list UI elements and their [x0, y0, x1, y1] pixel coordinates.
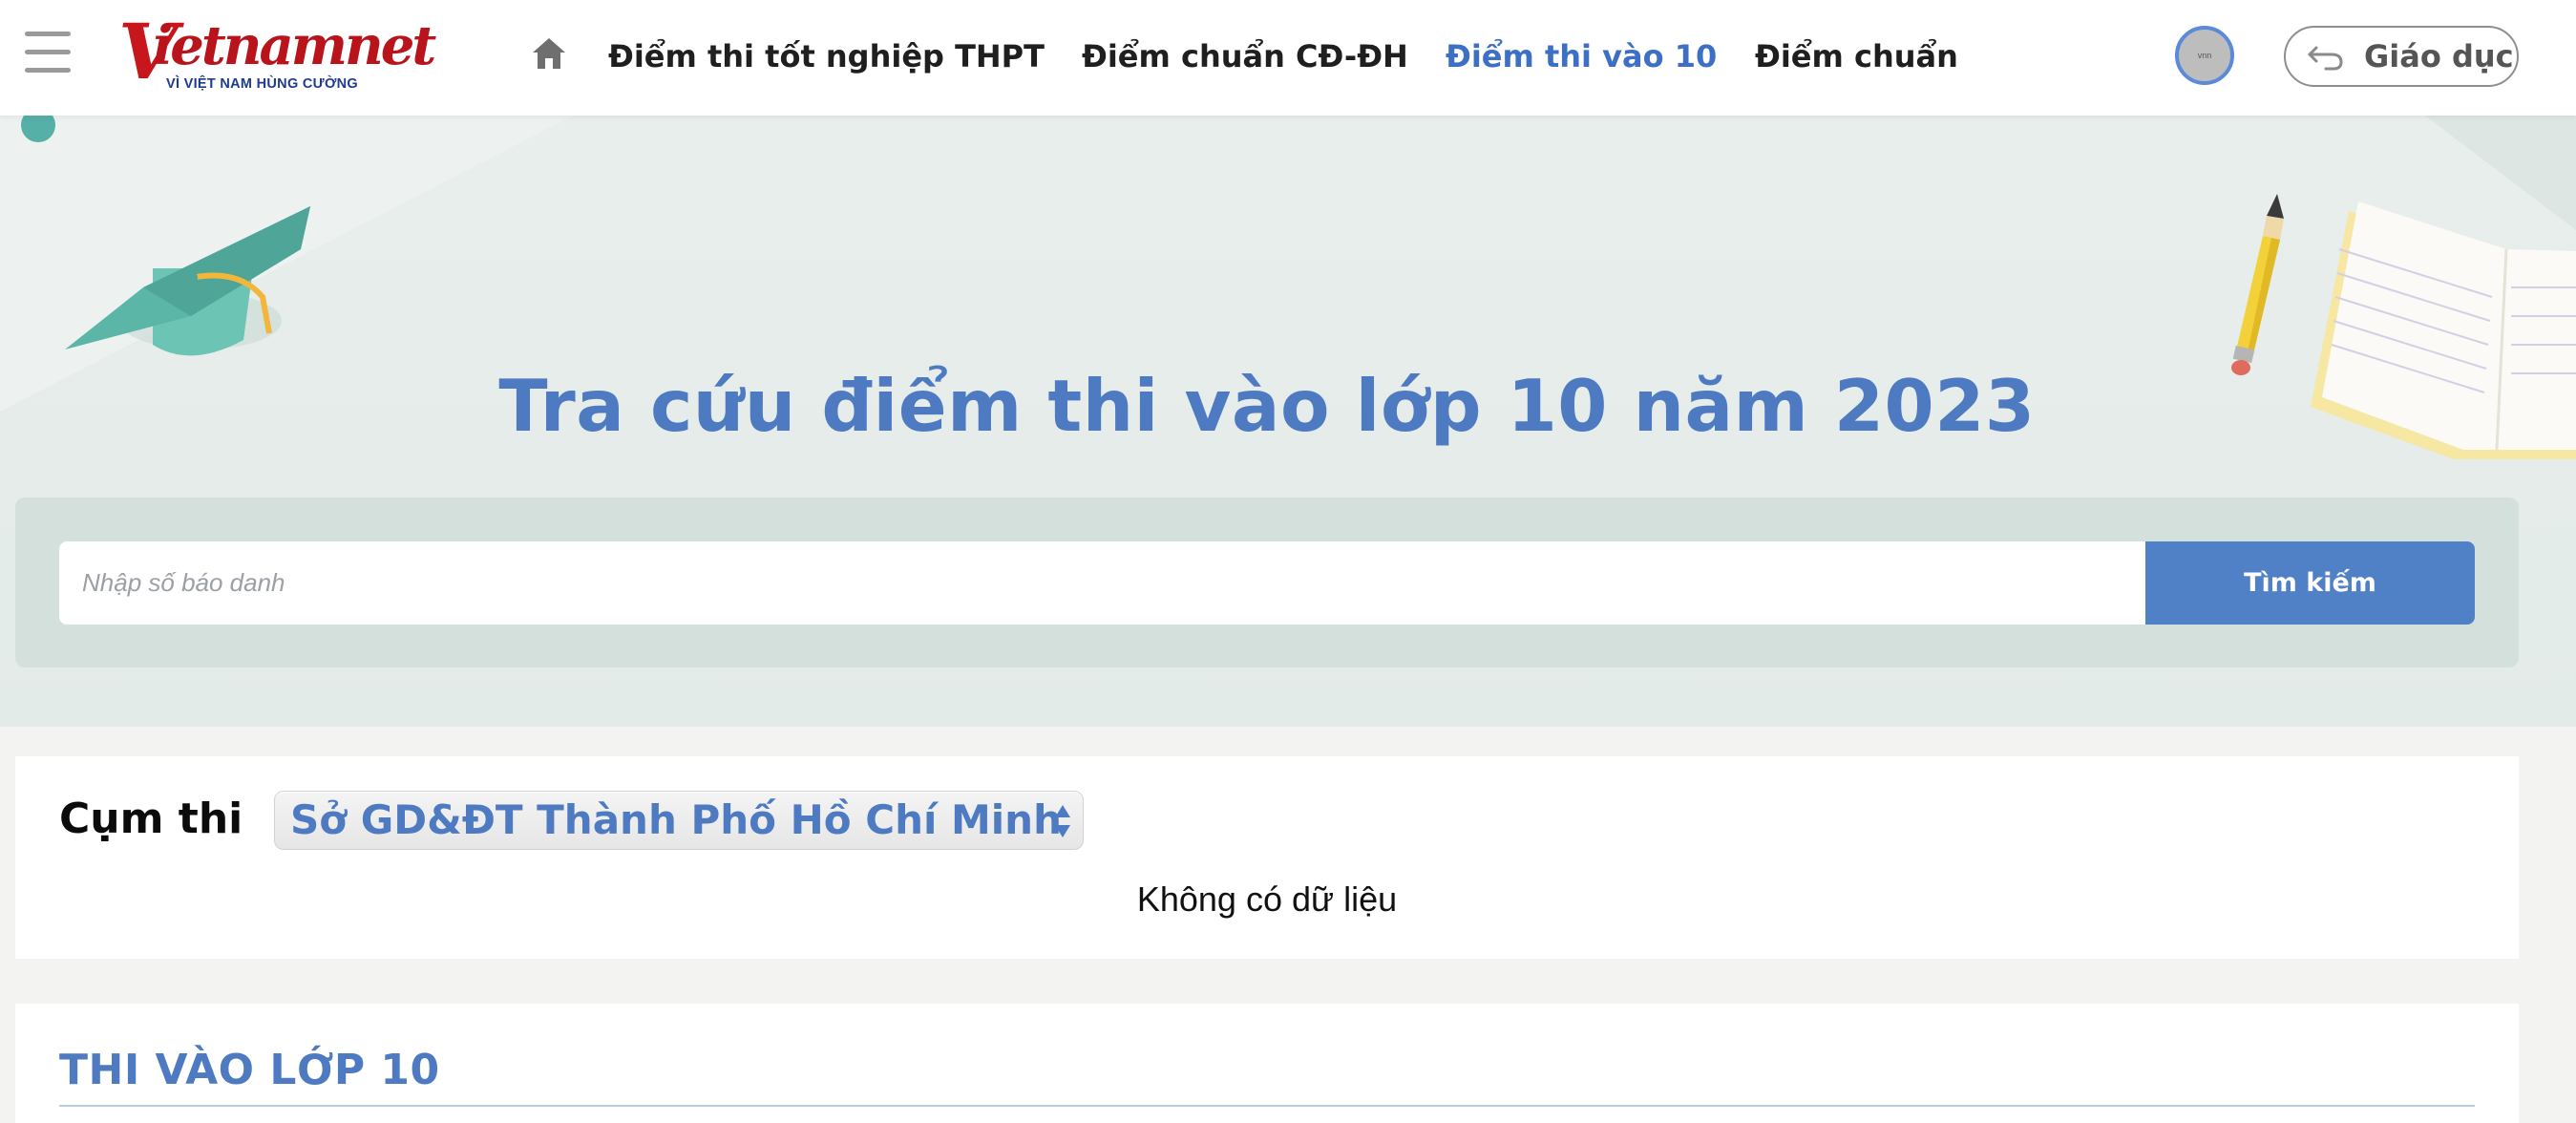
nav-item-diem-thi-thpt[interactable]: Điểm thi tốt nghiệp THPT [608, 32, 1045, 80]
logo-tagline: VÌ VIỆT NAM HÙNG CƯỜNG [166, 76, 358, 92]
exam-cluster-select[interactable]: Sở GD&ĐT Thành Phố Hồ Chí Minh [274, 791, 1084, 850]
logo-wordmark: ietnamnet [153, 14, 436, 77]
candidate-number-input[interactable] [59, 541, 2146, 625]
results-card [15, 756, 2519, 959]
pencil-icon [2231, 194, 2284, 375]
home-icon[interactable] [531, 36, 567, 73]
exam-cluster-selected-value: Sở GD&ĐT Thành Phố Hồ Chí Minh [290, 796, 1062, 843]
avatar[interactable]: vnn [2175, 26, 2234, 85]
section-divider [59, 1105, 2475, 1107]
exam-cluster-label: Cụm thi [59, 795, 243, 843]
page-title: Tra cứu điểm thi vào lớp 10 năm 2023 [498, 364, 2036, 448]
site-header: V ietnamnet VÌ VIỆT NAM HÙNG CƯỜNG Điểm … [0, 0, 2576, 116]
back-button-label: Giáo dục [2364, 38, 2514, 74]
menu-icon[interactable] [25, 32, 73, 74]
site-logo[interactable]: V ietnamnet VÌ VIỆT NAM HÙNG CƯỜNG [118, 13, 436, 99]
nav-item-diem-chuan[interactable]: Điểm chuẩn [1755, 32, 1958, 80]
section-title: THI VÀO LỚP 10 [59, 1046, 440, 1094]
back-arrow-icon [2308, 46, 2343, 71]
empty-state-message: Không có dữ liệu [1136, 879, 1398, 919]
back-to-education-button[interactable]: Giáo dục [2284, 26, 2519, 87]
avatar-mark: vnn [2197, 51, 2212, 60]
nav-item-diem-chuan-cd-dh[interactable]: Điểm chuẩn CĐ-ĐH [1082, 32, 1408, 80]
nav-item-diem-thi-vao-10[interactable]: Điểm thi vào 10 [1446, 32, 1717, 80]
select-arrows-icon [1055, 805, 1070, 837]
search-button[interactable]: Tìm kiếm [2145, 541, 2475, 625]
